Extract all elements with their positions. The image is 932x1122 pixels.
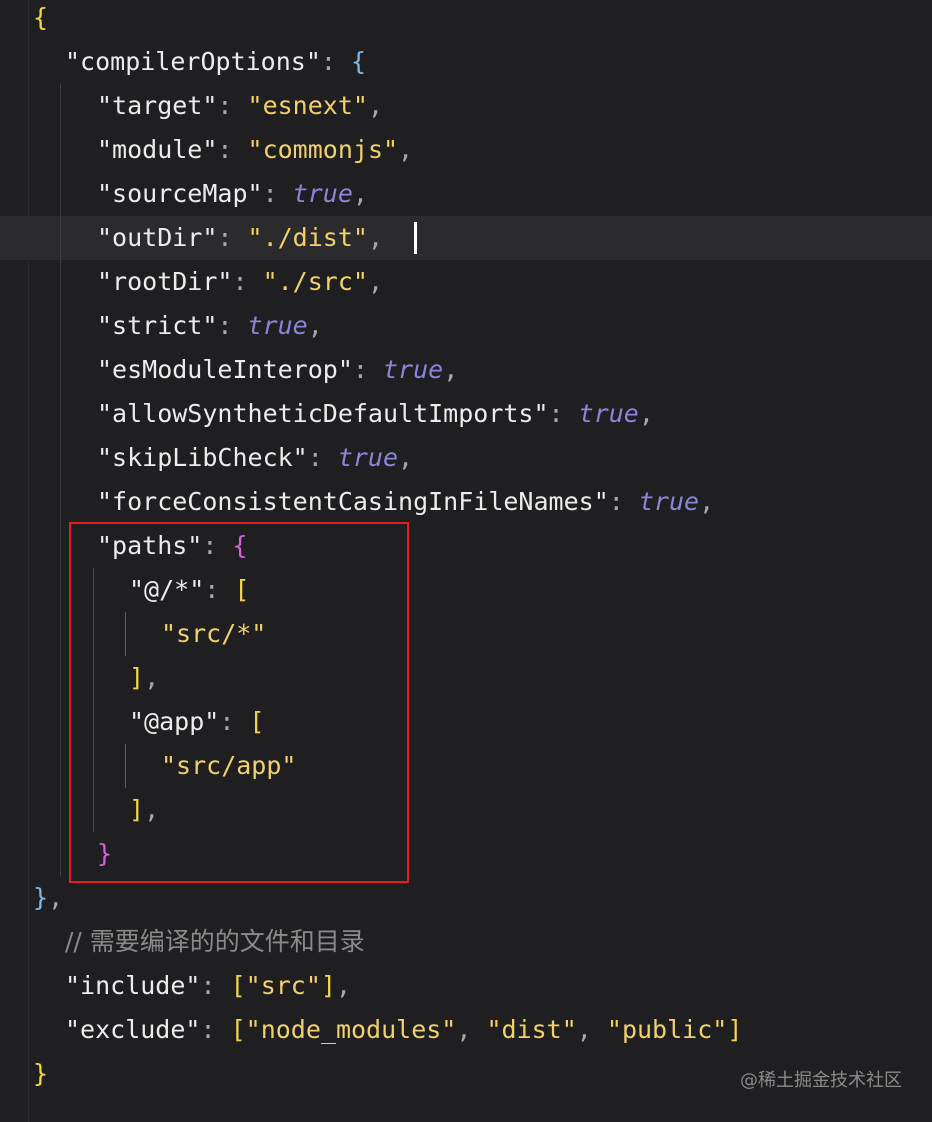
- code-token: }: [33, 1059, 49, 1088]
- code-line[interactable]: "module": "commonjs",: [97, 128, 413, 172]
- code-token: [: [230, 971, 246, 1000]
- code-line[interactable]: },: [33, 876, 63, 920]
- code-line[interactable]: {: [33, 0, 48, 40]
- editor-gutter: [0, 0, 29, 1122]
- code-comment-line[interactable]: // 需要编译的的文件和目录: [65, 920, 365, 964]
- code-token: {: [350, 47, 367, 76]
- code-token: ,: [443, 355, 459, 384]
- code-line[interactable]: "strict": true,: [97, 304, 323, 348]
- code-token: ]: [320, 971, 336, 1000]
- code-token: }: [33, 883, 49, 912]
- code-line[interactable]: "allowSyntheticDefaultImports": true,: [97, 392, 654, 436]
- code-token: "sourceMap": [97, 179, 263, 208]
- code-token: :: [548, 399, 579, 428]
- watermark: @稀土掘金技术社区: [740, 1070, 902, 1091]
- code-token: // 需要编译的的文件和目录: [65, 927, 365, 956]
- code-token: ,: [367, 267, 383, 296]
- code-line[interactable]: "compilerOptions": {: [65, 40, 366, 84]
- code-token: "compilerOptions": [65, 47, 321, 76]
- code-token: ,: [352, 179, 368, 208]
- code-token: true: [578, 399, 639, 428]
- code-token: "esnext": [247, 91, 368, 120]
- code-token: true: [638, 487, 700, 516]
- code-token: ,: [398, 135, 414, 164]
- code-token: :: [352, 355, 383, 384]
- code-token: {: [33, 3, 49, 32]
- code-line[interactable]: "exclude": ["node_modules", "dist", "pub…: [65, 1008, 742, 1052]
- code-line[interactable]: "rootDir": "./src",: [97, 260, 383, 304]
- code-token: "outDir": [97, 223, 218, 252]
- code-token: :: [320, 47, 351, 76]
- code-token: "node_modules": [245, 1015, 457, 1044]
- code-token: true: [292, 179, 353, 208]
- code-token: "target": [97, 91, 218, 120]
- code-token: true: [247, 311, 308, 340]
- code-token: ,: [367, 91, 384, 120]
- code-token: "strict": [97, 311, 218, 340]
- code-token: "rootDir": [97, 267, 233, 296]
- code-token: "public": [606, 1015, 728, 1044]
- code-token: ]: [727, 1015, 743, 1044]
- code-editor[interactable]: { "compilerOptions": { "target": "esnext…: [0, 0, 932, 1122]
- code-line[interactable]: }: [33, 1052, 48, 1096]
- code-token: "dist": [486, 1015, 577, 1044]
- code-token: "./src": [262, 267, 368, 296]
- code-line[interactable]: "sourceMap": true,: [97, 172, 368, 216]
- code-token: "exclude": [65, 1015, 201, 1044]
- code-token: "src": [245, 971, 321, 1000]
- code-token: "skipLibCheck": [97, 443, 308, 472]
- code-token: "commonjs": [247, 135, 399, 164]
- code-token: "allowSyntheticDefaultImports": [97, 399, 549, 428]
- code-token: :: [200, 971, 231, 1000]
- code-token: "module": [97, 135, 218, 164]
- code-token: "esModuleInterop": [97, 355, 353, 384]
- code-token: ,: [699, 487, 715, 516]
- code-token: :: [217, 135, 248, 164]
- code-line[interactable]: "skipLibCheck": true,: [97, 436, 413, 480]
- code-token: :: [608, 487, 639, 516]
- code-token: "./dist": [247, 223, 368, 252]
- indent-guide: [60, 84, 61, 876]
- code-token: :: [232, 267, 263, 296]
- code-token: ,: [307, 311, 323, 340]
- code-line[interactable]: "include": ["src"],: [65, 964, 351, 1008]
- code-token: "forceConsistentCasingInFileNames": [97, 487, 609, 516]
- code-token: ,: [367, 223, 384, 252]
- code-token: "include": [65, 971, 201, 1000]
- code-token: :: [200, 1015, 231, 1044]
- code-token: ,: [398, 443, 414, 472]
- code-token: ,: [335, 971, 352, 1000]
- code-line[interactable]: "outDir": "./dist",: [97, 216, 383, 260]
- text-cursor: [414, 222, 417, 254]
- code-token: ,: [48, 883, 64, 912]
- code-token: :: [217, 223, 248, 252]
- code-token: :: [262, 179, 293, 208]
- code-token: [: [230, 1015, 246, 1044]
- code-token: true: [382, 355, 444, 384]
- code-line[interactable]: "esModuleInterop": true,: [97, 348, 458, 392]
- code-token: true: [337, 443, 399, 472]
- code-token: ,: [576, 1015, 607, 1044]
- code-token: :: [217, 311, 248, 340]
- code-token: :: [307, 443, 338, 472]
- code-line[interactable]: "forceConsistentCasingInFileNames": true…: [97, 480, 714, 524]
- paths-highlight-box: [69, 522, 409, 883]
- code-token: ,: [638, 399, 654, 428]
- code-token: ,: [456, 1015, 487, 1044]
- code-token: :: [217, 91, 248, 120]
- code-line[interactable]: "target": "esnext",: [97, 84, 383, 128]
